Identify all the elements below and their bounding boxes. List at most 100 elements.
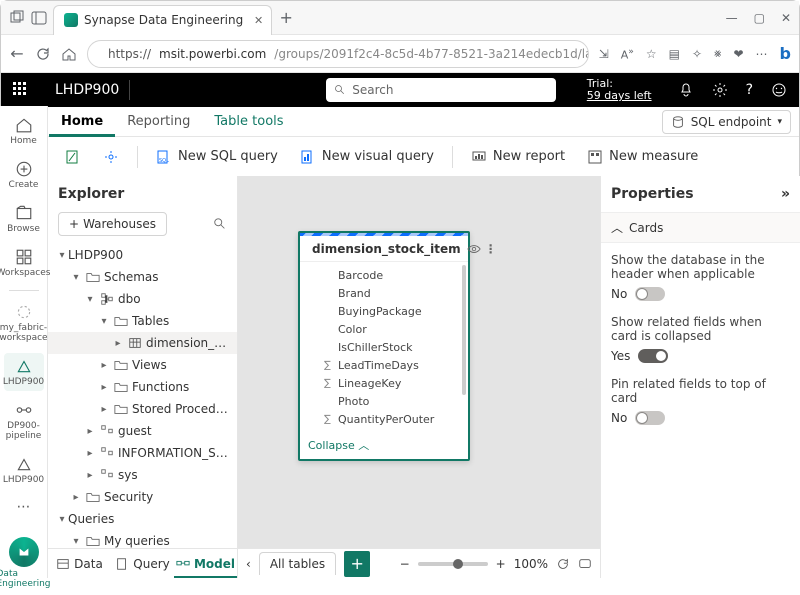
visibility-icon[interactable] — [467, 242, 481, 256]
tab-close-button[interactable]: ✕ — [254, 14, 263, 27]
explorer-title: Explorer — [48, 176, 237, 212]
window-controls-icon[interactable] — [9, 10, 25, 26]
sidebar-toggle-icon[interactable] — [31, 10, 47, 26]
refresh-button[interactable] — [35, 46, 51, 62]
add-layout-button[interactable]: + — [344, 551, 370, 577]
card-field[interactable]: ∑QuantityPerOuter — [300, 410, 468, 428]
tree-tables[interactable]: ▾Tables — [48, 310, 237, 332]
zoom-in-button[interactable]: + — [496, 557, 506, 571]
table-card[interactable]: dimension_stock_item ⋮ BarcodeBrandBuyin… — [298, 231, 470, 461]
url-input[interactable]: https://msit.powerbi.com/groups/2091f2c4… — [87, 40, 589, 68]
tree-sprocs[interactable]: ▸Stored Procedur... — [48, 398, 237, 420]
card-header[interactable]: dimension_stock_item ⋮ — [300, 233, 468, 261]
database-icon — [671, 115, 685, 129]
back-button[interactable]: ← — [9, 46, 25, 62]
app-launch-icon[interactable]: ⇲ — [599, 47, 609, 61]
card-field[interactable]: Barcode — [300, 266, 468, 284]
tab-home[interactable]: Home — [49, 107, 115, 137]
tree-functions[interactable]: ▸Functions — [48, 376, 237, 398]
tree-dbo[interactable]: ▾dbo — [48, 288, 237, 310]
new-sql-query-button[interactable]: SQLNew SQL query — [148, 145, 286, 169]
card-field[interactable]: BuyingPackage — [300, 302, 468, 320]
reading-list-icon[interactable]: ▤ — [669, 47, 680, 61]
new-report-button[interactable]: New report — [463, 145, 573, 169]
explorer-tab-model[interactable]: Model — [174, 549, 237, 578]
card-field[interactable]: Photo — [300, 392, 468, 410]
more-icon[interactable]: ⋯ — [756, 47, 768, 61]
home-button[interactable] — [61, 46, 77, 62]
wellness-icon[interactable]: ❤ — [733, 47, 743, 61]
rail-more[interactable]: ⋯ — [4, 495, 44, 519]
rail-persona[interactable]: Data Engineering — [0, 531, 48, 595]
properties-cards-section[interactable]: ︿ Cards — [601, 212, 800, 243]
tree-guest[interactable]: ▸guest — [48, 420, 237, 442]
zoom-slider[interactable] — [418, 562, 488, 566]
properties-expand-icon[interactable]: » — [781, 186, 790, 202]
favorite-icon[interactable]: ☆ — [646, 47, 657, 61]
canvas-scroll-left[interactable]: ‹ — [246, 557, 251, 571]
explorer-panel: Explorer +Warehouses ▾LHDP900 ▾Schemas ▾… — [48, 176, 238, 578]
tree-my-queries[interactable]: ▾My queries — [48, 530, 237, 548]
rail-create[interactable]: Create — [4, 156, 44, 194]
close-window-button[interactable]: ✕ — [781, 11, 791, 25]
tab-table-tools[interactable]: Table tools — [202, 107, 295, 137]
feedback-icon[interactable] — [771, 82, 787, 98]
card-field[interactable]: IsChillerStock — [300, 338, 468, 356]
new-measure-button[interactable]: New measure — [579, 145, 706, 169]
tree-root[interactable]: ▾LHDP900 — [48, 244, 237, 266]
tab-reporting[interactable]: Reporting — [115, 107, 202, 137]
search-icon — [334, 84, 346, 96]
sql-script-icon[interactable] — [57, 145, 89, 169]
show-related-toggle[interactable] — [638, 349, 668, 363]
rail-lhdp900b[interactable]: LHDP900 — [4, 451, 44, 489]
tree-sys[interactable]: ▸sys — [48, 464, 237, 486]
rail-browse[interactable]: Browse — [4, 200, 44, 238]
maximize-button[interactable]: ▢ — [754, 11, 765, 25]
explorer-search-icon[interactable] — [213, 217, 227, 231]
app-launcher-icon[interactable] — [13, 82, 29, 98]
card-scrollbar[interactable] — [462, 265, 466, 395]
card-collapse[interactable]: Collapse ︿ — [300, 431, 468, 459]
left-rail: Home Create Browse Workspaces my_fabric-… — [0, 106, 48, 578]
explorer-tab-data[interactable]: Data — [48, 549, 111, 578]
explorer-tab-query[interactable]: Query — [111, 549, 174, 578]
tree-security[interactable]: ▸Security — [48, 486, 237, 508]
new-visual-query-button[interactable]: New visual query — [292, 145, 442, 169]
settings-tool-icon[interactable] — [95, 145, 127, 169]
rail-lhdp900[interactable]: LHDP900 — [4, 353, 44, 391]
tree-dimension-st[interactable]: ▸dimension_st... — [48, 332, 237, 354]
rail-home[interactable]: Home — [4, 112, 44, 150]
help-icon[interactable]: ? — [746, 82, 753, 98]
rail-my-fabric[interactable]: my_fabric-workspace — [4, 299, 44, 347]
endpoint-selector[interactable]: SQL endpoint ▾ — [662, 110, 791, 134]
card-field[interactable]: ∑LeadTimeDays — [300, 356, 468, 374]
fit-to-screen-icon[interactable] — [578, 557, 592, 571]
card-field[interactable]: Color — [300, 320, 468, 338]
tree-views[interactable]: ▸Views — [48, 354, 237, 376]
tree-queries[interactable]: ▾Queries — [48, 508, 237, 530]
copilot-icon[interactable]: b — [780, 44, 791, 63]
minimize-button[interactable]: — — [726, 11, 738, 25]
refresh-canvas-icon[interactable] — [556, 557, 570, 571]
new-tab-button[interactable]: + — [278, 10, 294, 26]
zoom-out-button[interactable]: − — [400, 557, 410, 571]
show-database-toggle[interactable] — [635, 287, 665, 301]
collections-icon[interactable]: ✧ — [692, 47, 702, 61]
notifications-icon[interactable] — [678, 82, 694, 98]
extensions-icon[interactable]: ⨳ — [714, 46, 721, 61]
card-menu-button[interactable]: ⋮ — [485, 242, 497, 256]
card-field[interactable]: Brand — [300, 284, 468, 302]
browser-tab[interactable]: Synapse Data Engineering ✕ — [53, 5, 272, 35]
add-warehouses-button[interactable]: +Warehouses — [58, 212, 167, 236]
pin-related-toggle[interactable] — [635, 411, 665, 425]
tree-schemas[interactable]: ▾Schemas — [48, 266, 237, 288]
model-canvas[interactable]: dimension_stock_item ⋮ BarcodeBrandBuyin… — [238, 176, 600, 578]
tree-info-schema[interactable]: ▸INFORMATION_SCHE... — [48, 442, 237, 464]
all-tables-tab[interactable]: All tables — [259, 552, 336, 575]
rail-dp900[interactable]: DP900-pipeline — [4, 397, 44, 445]
reader-icon[interactable]: A» — [621, 46, 634, 62]
global-search[interactable]: Search — [326, 78, 556, 102]
card-field[interactable]: ∑LineageKey — [300, 374, 468, 392]
settings-icon[interactable] — [712, 82, 728, 98]
rail-workspaces[interactable]: Workspaces — [4, 244, 44, 282]
